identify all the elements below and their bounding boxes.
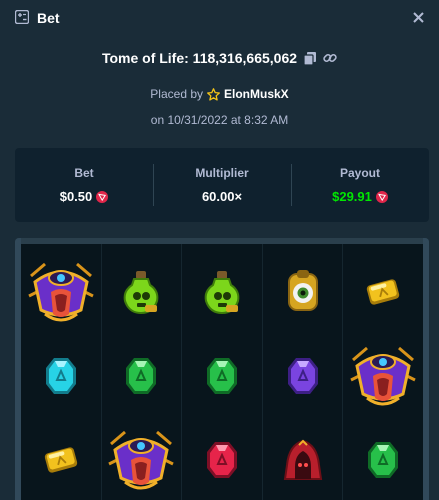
eye-idol-symbol <box>102 418 182 500</box>
stat-payout-label: Payout <box>339 166 380 180</box>
placed-by-label: Placed by <box>150 87 203 101</box>
tron-coin-icon <box>375 190 388 203</box>
reel-1 <box>21 244 102 500</box>
close-button[interactable] <box>407 6 429 28</box>
cyan-gem-symbol <box>21 334 101 418</box>
yellow-gem-symbol <box>343 250 423 334</box>
red-hood-symbol <box>263 418 343 500</box>
purple-gem-symbol <box>263 334 343 418</box>
reel-grid <box>21 244 423 500</box>
green-gem-symbol <box>102 334 182 418</box>
green-gem-symbol <box>343 418 423 500</box>
reel-5 <box>343 244 423 500</box>
eye-idol-symbol <box>343 334 423 418</box>
stat-payout: Payout $29.91 <box>291 148 429 222</box>
copy-button[interactable] <box>303 51 317 65</box>
stat-bet-value-row: $0.50 <box>60 189 109 204</box>
username-link[interactable]: ElonMuskX <box>224 87 289 101</box>
green-gem-symbol <box>182 334 262 418</box>
copy-icon <box>304 51 317 65</box>
red-gem-symbol <box>182 418 262 500</box>
modal-title: Bet <box>37 10 60 26</box>
stat-multiplier-label: Multiplier <box>195 166 249 180</box>
eye-idol-symbol <box>21 250 101 334</box>
star-icon <box>207 87 220 101</box>
reel-3 <box>182 244 263 500</box>
reel-4 <box>263 244 344 500</box>
bet-icon <box>14 9 30 25</box>
link-button[interactable] <box>323 51 337 65</box>
bet-stats-panel: Bet $0.50 Multiplier 60.00× Payout $29.9… <box>15 148 429 222</box>
tron-coin-icon <box>96 190 109 203</box>
bet-date: on 10/31/2022 at 8:32 AM <box>150 113 289 127</box>
stat-multiplier: Multiplier 60.00× <box>153 148 291 222</box>
yellow-gem-symbol <box>21 418 101 500</box>
stat-multiplier-value: 60.00× <box>201 189 243 204</box>
green-potion-symbol <box>182 250 262 334</box>
placed-by-row: Placed by ElonMuskX <box>0 86 439 102</box>
slot-board <box>15 238 429 500</box>
eye-amulet-symbol <box>263 250 343 334</box>
stat-bet: Bet $0.50 <box>15 148 153 222</box>
bet-modal: Bet Tome of Life: 118,316,665,062 Placed… <box>0 0 439 500</box>
stat-payout-value: $29.91 <box>332 189 372 204</box>
link-icon <box>323 53 337 63</box>
stat-payout-value-row: $29.91 <box>332 189 388 204</box>
stat-bet-value: $0.50 <box>59 189 93 204</box>
modal-header: Bet <box>0 0 439 36</box>
game-id-row: Tome of Life: 118,316,665,062 <box>0 48 439 68</box>
close-icon <box>412 11 424 23</box>
stat-bet-label: Bet <box>74 166 94 180</box>
green-potion-symbol <box>102 250 182 334</box>
reel-2 <box>102 244 183 500</box>
board-frame-right <box>423 238 429 500</box>
game-title: Tome of Life: 118,316,665,062 <box>101 50 298 66</box>
